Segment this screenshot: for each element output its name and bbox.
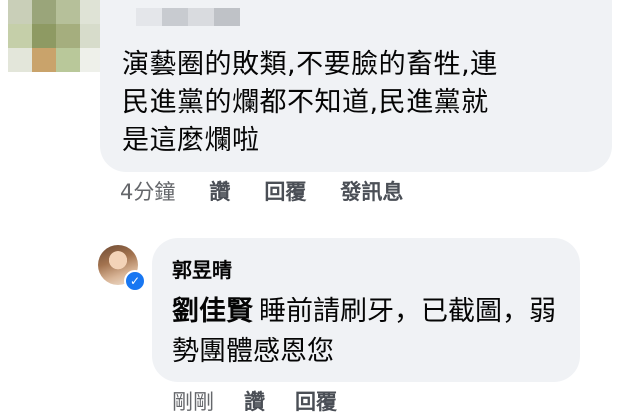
message-button[interactable]: 發訊息 (340, 176, 403, 206)
reply-like-button[interactable]: 讚 (244, 386, 265, 416)
reply-timestamp[interactable]: 剛剛 (172, 386, 214, 416)
reply-actions: 剛剛 讚 回覆 (172, 386, 337, 416)
commenter-name-pixelated[interactable] (136, 8, 240, 26)
reply-text: 劉佳賢 睡前請刷牙，已截圖，弱勢團體感恩您 (172, 292, 568, 372)
reply-button[interactable]: 回覆 (264, 176, 306, 206)
verified-badge-icon: ✓ (124, 270, 146, 292)
top-comment-text: 演藝圈的敗類,不要臉的畜牲,連 民進黨的爛都不知道,民進黨就 是這麼爛啦 (122, 49, 498, 156)
reply-comment-bubble: 郭昱晴 劉佳賢 睡前請刷牙，已截圖，弱勢團體感恩您 (152, 238, 580, 382)
commenter-avatar-pixelated[interactable] (8, 0, 104, 72)
top-comment-bubble: 演藝圈的敗類,不要臉的畜牲,連 民進黨的爛都不知道,民進黨就 是這麼爛啦 (100, 0, 612, 172)
top-comment-timestamp[interactable]: 4分鐘 (120, 176, 175, 206)
top-comment-actions: 4分鐘 讚 回覆 發訊息 (120, 176, 403, 206)
mention-tag[interactable]: 劉佳賢 (172, 296, 253, 327)
reply-reply-button[interactable]: 回覆 (295, 386, 337, 416)
like-button[interactable]: 讚 (209, 176, 230, 206)
reply-author-name[interactable]: 郭昱晴 (172, 254, 232, 283)
